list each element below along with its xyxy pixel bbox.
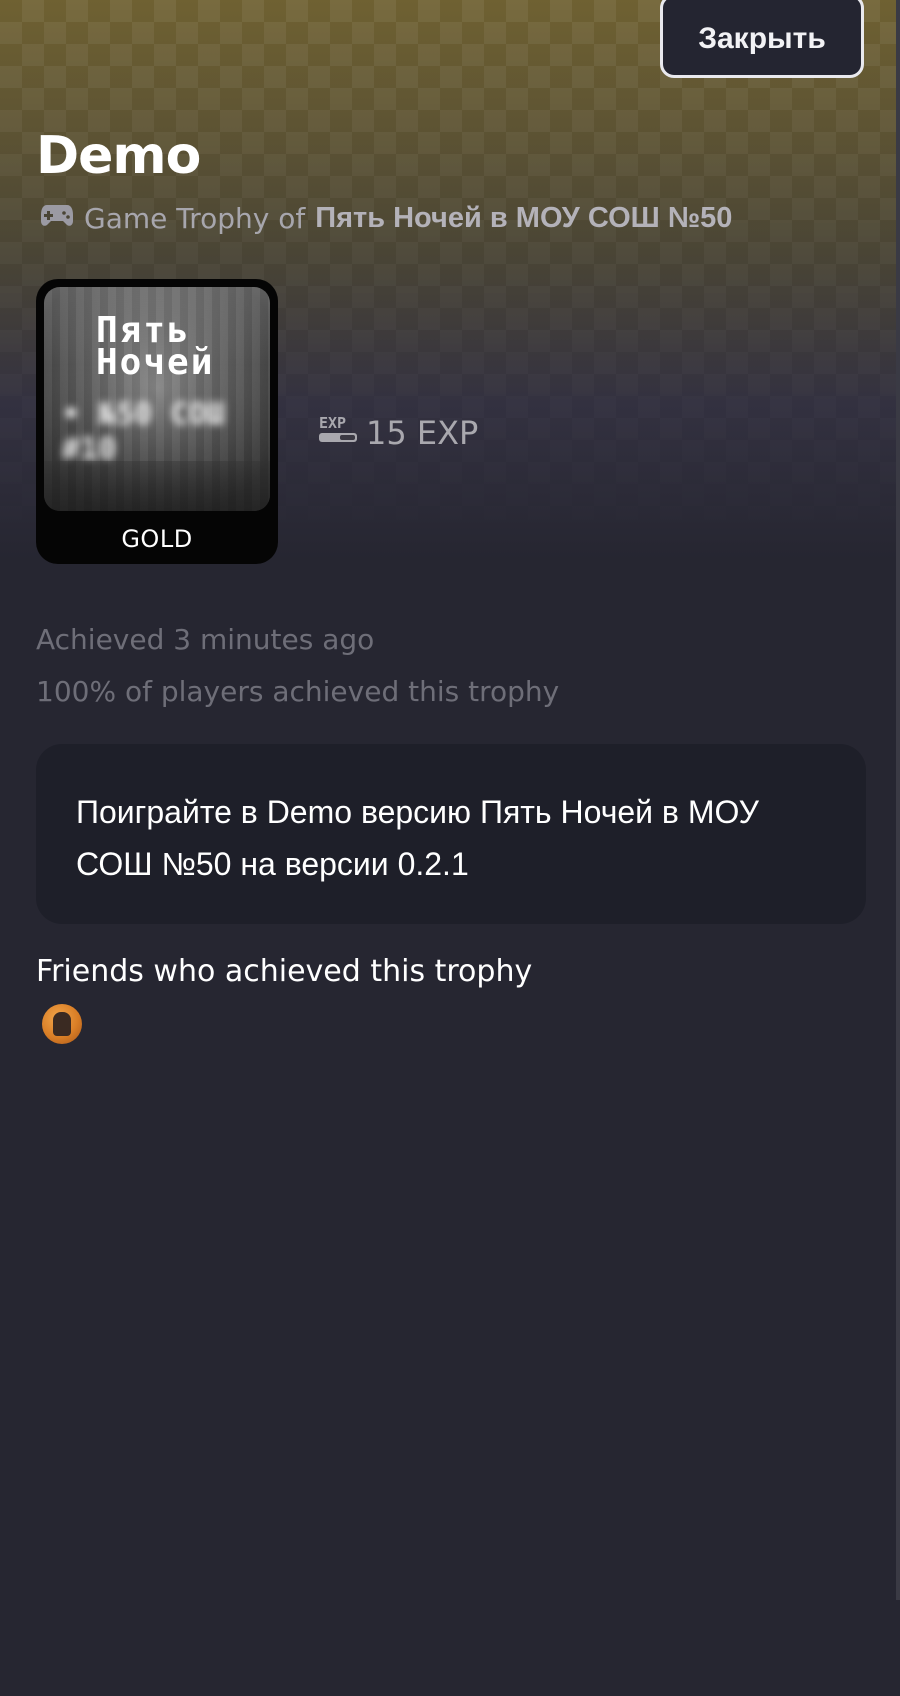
page: Закрыть Demo Game Trophy of Пять Ночей в… xyxy=(0,0,900,1696)
image-ground xyxy=(44,461,270,511)
gamepad-icon xyxy=(40,201,74,236)
image-text-line2: Ночей xyxy=(96,342,215,383)
trophy-description: Поиграйте в Demo версию Пять Ночей в МОУ… xyxy=(76,794,759,882)
avatar-figure xyxy=(53,1012,71,1036)
scrollbar-track xyxy=(896,0,900,1600)
achieved-time: Achieved 3 minutes ago xyxy=(36,623,375,656)
friends-heading: Friends who achieved this trophy xyxy=(36,954,533,989)
close-button[interactable]: Закрыть xyxy=(660,0,864,78)
subtitle-prefix: Game Trophy of xyxy=(84,201,306,235)
trophy-card: Пять Ночей • №50 СОШ #10 GOLD xyxy=(36,279,278,564)
achievement-percent: 100% of players achieved this trophy xyxy=(36,675,560,708)
svg-text:EXP: EXP xyxy=(319,414,346,432)
trophy-title: Demo xyxy=(36,126,201,186)
exp-label: 15 EXP xyxy=(366,414,479,452)
trophy-tier: GOLD xyxy=(121,525,193,553)
friend-avatar[interactable] xyxy=(42,1004,82,1044)
exp-reward: EXP 15 EXP xyxy=(318,410,478,456)
trophy-image: Пять Ночей • №50 СОШ #10 xyxy=(44,287,270,511)
trophy-subtitle: Game Trophy of Пять Ночей в МОУ СОШ №50 xyxy=(40,196,732,240)
exp-icon: EXP xyxy=(318,413,358,453)
description-card: Поиграйте в Demo версию Пять Ночей в МОУ… xyxy=(36,744,866,924)
trophy-modal: Закрыть Demo Game Trophy of Пять Ночей в… xyxy=(0,0,896,1600)
game-name-link[interactable]: Пять Ночей в МОУ СОШ №50 xyxy=(315,202,732,235)
